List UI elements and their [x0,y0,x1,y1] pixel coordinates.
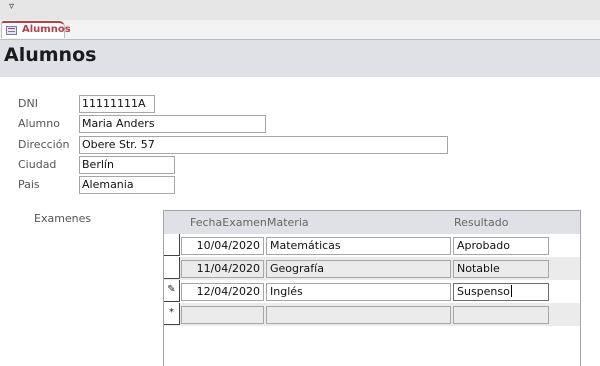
subform-column-header: FechaExamen Materia Resultado [164,211,580,234]
resultado-cell[interactable]: Aprobado [453,237,549,255]
fecha-cell[interactable]: 11/04/2020 [181,260,264,278]
pais-label: Pais [18,178,40,191]
dni-field[interactable]: 11111111A [79,95,155,113]
table-row[interactable]: ✎ 12/04/2020 Inglés Suspenso [164,280,580,303]
alumno-field[interactable]: Maria Anders [79,115,266,133]
pencil-icon[interactable]: ✎ [164,280,180,302]
table-row[interactable]: 11/04/2020 Geografía Notable [164,257,580,280]
resultado-cell-new[interactable] [453,306,549,324]
page-title: Alumnos [4,44,97,66]
document-tab-strip: Alumnos [0,20,600,40]
record-selector[interactable] [164,257,180,279]
ciudad-field[interactable]: Berlín [79,156,175,174]
chevron-down-icon[interactable]: ▿ [9,1,14,12]
tab-alumnos[interactable]: Alumnos [1,21,71,38]
materia-cell[interactable]: Matemáticas [266,237,451,255]
new-record-row[interactable]: * [164,303,580,326]
form-icon [6,26,17,35]
resultado-cell[interactable]: Suspenso [453,283,549,301]
form-header: Alumnos [0,40,600,77]
tab-label: Alumnos [22,24,71,35]
ciudad-label: Ciudad [18,158,57,171]
direccion-label: Dirección [18,138,70,151]
column-header-materia[interactable]: Materia [267,216,309,229]
examenes-label: Examenes [34,212,92,225]
fecha-cell-new[interactable] [181,306,264,324]
record-selector[interactable] [164,234,180,256]
table-row[interactable]: 10/04/2020 Matemáticas Aprobado [164,234,580,257]
column-header-resultado[interactable]: Resultado [454,216,508,229]
quick-access-bar: ▿ [0,0,600,20]
pais-field[interactable]: Alemania [79,176,175,194]
examenes-subform: FechaExamen Materia Resultado 10/04/2020… [163,210,581,366]
resultado-cell[interactable]: Notable [453,260,549,278]
fecha-cell[interactable]: 12/04/2020 [181,283,264,301]
fecha-cell[interactable]: 10/04/2020 [181,237,264,255]
materia-cell[interactable]: Geografía [266,260,451,278]
direccion-field[interactable]: Obere Str. 57 [79,136,448,154]
new-record-icon[interactable]: * [164,303,180,325]
alumno-label: Alumno [18,117,60,130]
column-header-fechaexamen[interactable]: FechaExamen [190,216,267,229]
resultado-value: Suspenso [457,285,510,298]
dni-label: DNI [18,97,38,110]
materia-cell-new[interactable] [266,306,451,324]
text-cursor [510,285,512,297]
materia-cell[interactable]: Inglés [266,283,451,301]
